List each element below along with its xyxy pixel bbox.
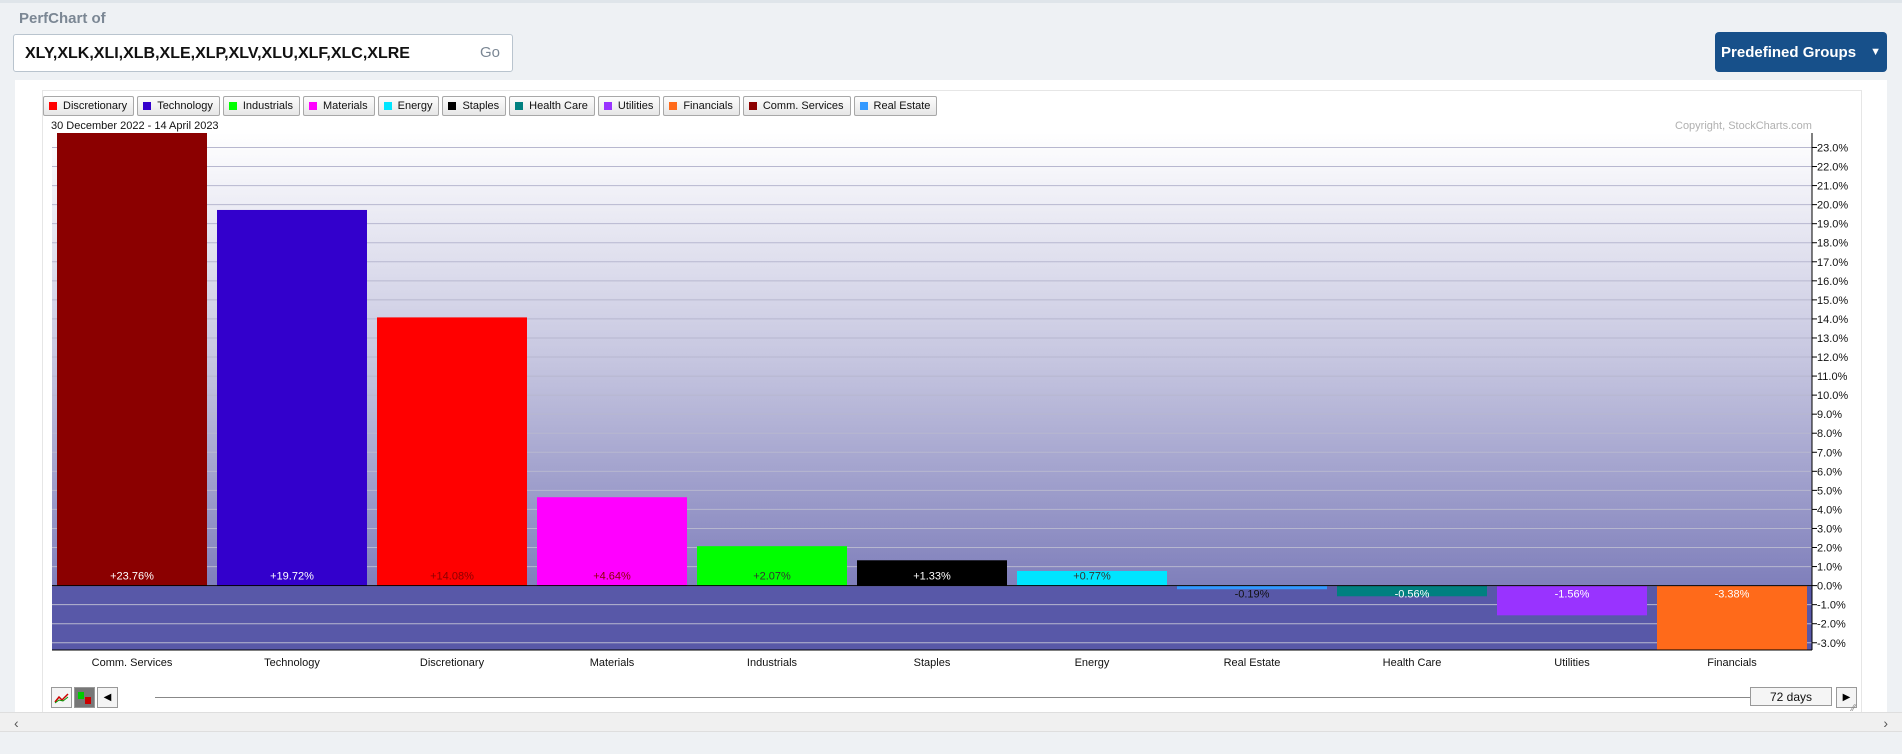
y-tick-label: 4.0% <box>1817 504 1842 516</box>
y-tick-label: 11.0% <box>1817 371 1848 383</box>
line-chart-toggle-button[interactable] <box>51 687 72 708</box>
y-tick-label: 8.0% <box>1817 428 1842 440</box>
bar-value-label: -1.56% <box>1555 589 1590 601</box>
chart-controls: ◀ 72 days ▶ <box>42 685 1862 711</box>
x-category-label: Comm. Services <box>92 657 173 669</box>
y-tick-label: 22.0% <box>1817 162 1848 174</box>
bar-value-label: +19.72% <box>270 571 314 583</box>
bar-chart-icon <box>78 692 91 704</box>
y-tick-label: 21.0% <box>1817 181 1848 193</box>
x-category-label: Discretionary <box>420 657 485 669</box>
x-category-label: Financials <box>1707 657 1757 669</box>
y-tick-label: 23.0% <box>1817 142 1848 154</box>
y-tick-label: 7.0% <box>1817 447 1842 459</box>
x-category-label: Technology <box>264 657 320 669</box>
date-slider-track[interactable] <box>155 697 1790 698</box>
bar-value-label: -0.56% <box>1395 589 1430 601</box>
y-tick-label: 9.0% <box>1817 409 1842 421</box>
y-tick-label: 0.0% <box>1817 581 1842 593</box>
scroll-left-icon[interactable]: ‹ <box>14 715 19 731</box>
copyright-label: Copyright, StockCharts.com <box>1675 120 1812 132</box>
y-tick-label: 13.0% <box>1817 333 1848 345</box>
bar-value-label: +14.08% <box>430 571 474 583</box>
x-category-label: Energy <box>1075 657 1110 669</box>
bar-value-label: +4.64% <box>593 571 631 583</box>
y-tick-label: 16.0% <box>1817 276 1848 288</box>
y-tick-label: -3.0% <box>1817 638 1846 650</box>
x-category-label: Staples <box>914 657 951 669</box>
x-category-label: Utilities <box>1554 657 1590 669</box>
bar-value-label: +0.77% <box>1073 571 1111 583</box>
y-tick-label: -1.0% <box>1817 600 1846 612</box>
x-category-label: Real Estate <box>1224 657 1281 669</box>
bar <box>217 209 367 586</box>
y-tick-label: 19.0% <box>1817 219 1848 231</box>
line-chart-icon <box>54 692 69 703</box>
period-days-box[interactable]: 72 days <box>1750 687 1832 706</box>
bar-chart-toggle-button[interactable] <box>74 687 95 708</box>
y-tick-label: -2.0% <box>1817 619 1846 631</box>
bar <box>377 317 527 586</box>
y-tick-label: 12.0% <box>1817 352 1848 364</box>
x-category-label: Industrials <box>747 657 798 669</box>
y-tick-label: 20.0% <box>1817 200 1848 212</box>
bar-value-label: -3.38% <box>1715 589 1750 601</box>
perf-chart: 23.0% 22.0% 21.0% 20.0% 19.0% 18.0% 17.0% 16.0%… <box>52 133 1848 669</box>
bar-value-label: +23.76% <box>110 571 154 583</box>
left-arrow-icon: ◀ <box>103 692 112 703</box>
y-tick-label: 3.0% <box>1817 523 1842 535</box>
x-category-label: Materials <box>590 657 635 669</box>
y-tick-label: 14.0% <box>1817 314 1848 326</box>
bar-value-label: +1.33% <box>913 571 951 583</box>
y-tick-label: 17.0% <box>1817 257 1848 269</box>
y-tick-label: 1.0% <box>1817 562 1842 574</box>
bar-value-label: +2.07% <box>753 571 791 583</box>
y-tick-label: 6.0% <box>1817 466 1842 478</box>
y-tick-label: 2.0% <box>1817 543 1842 555</box>
scroll-right-icon[interactable]: › <box>1883 715 1888 731</box>
y-tick-label: 15.0% <box>1817 295 1848 307</box>
y-tick-label: 5.0% <box>1817 485 1842 497</box>
bar <box>57 133 207 586</box>
y-tick-label: 18.0% <box>1817 238 1848 250</box>
slider-left-button[interactable]: ◀ <box>97 687 118 708</box>
x-category-label: Health Care <box>1383 657 1442 669</box>
y-tick-label: 10.0% <box>1817 390 1848 402</box>
horizontal-scrollbar[interactable]: ‹ › <box>0 712 1902 732</box>
right-arrow-icon: ▶ <box>1842 692 1851 703</box>
bar-value-label: -0.19% <box>1235 589 1270 601</box>
date-range-label: 30 December 2022 - 14 April 2023 <box>51 120 219 132</box>
